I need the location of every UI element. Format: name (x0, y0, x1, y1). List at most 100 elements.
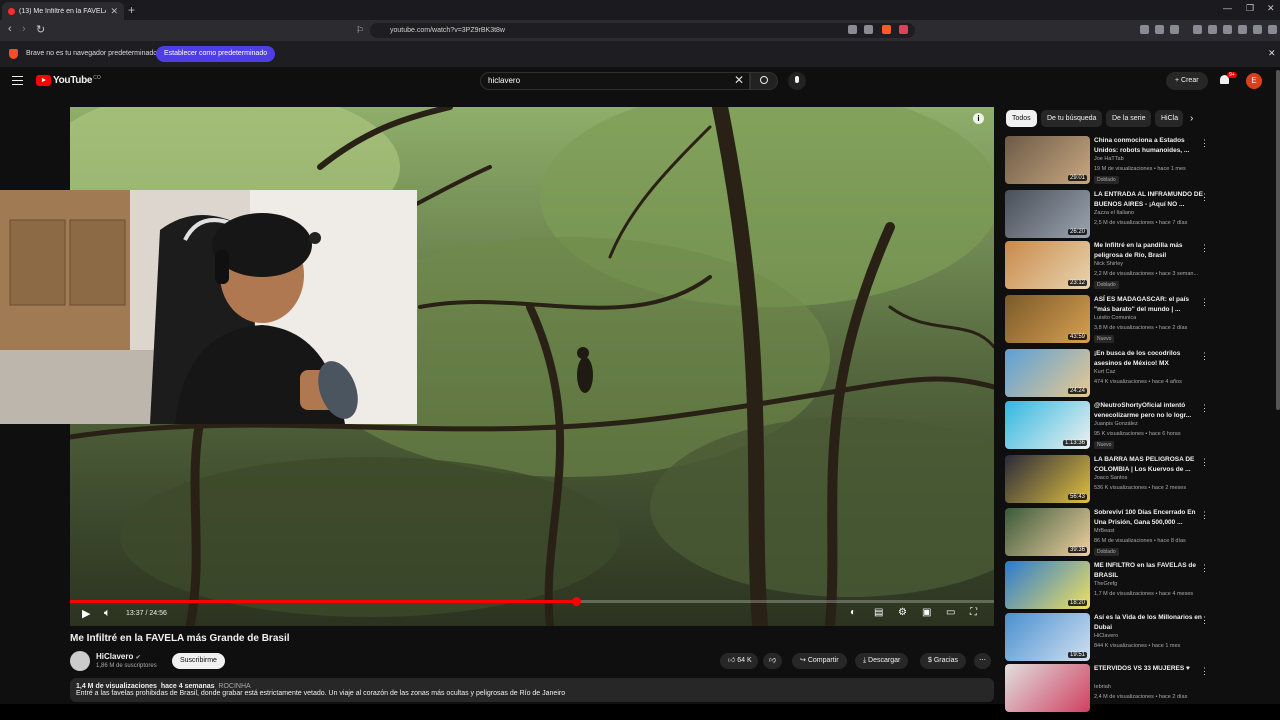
new-tab-icon[interactable]: + (128, 3, 135, 17)
recommendation-channel[interactable]: Joaco Santos (1094, 475, 1127, 481)
close-tab-icon[interactable]: ✕ (110, 6, 118, 17)
maximize-icon[interactable]: ❐ (1246, 3, 1254, 14)
menu-icon[interactable] (1268, 25, 1277, 34)
recommendation-title[interactable]: ¡En busca de los cocodrilos asesinos de … (1094, 349, 1206, 368)
leo-icon[interactable] (1238, 25, 1247, 34)
recommendation-channel[interactable]: Kurt Caz (1094, 369, 1115, 375)
miniplayer-icon[interactable]: ▣ (922, 607, 931, 618)
recommendation-channel[interactable]: Nick Shirley (1094, 261, 1123, 267)
chip-channel[interactable]: HiCla (1155, 110, 1183, 127)
close-window-icon[interactable]: ✕ (1267, 3, 1275, 14)
chip-from-series[interactable]: De la serie (1106, 110, 1152, 127)
minimize-icon[interactable]: — (1223, 3, 1232, 13)
set-default-button[interactable]: Establecer como predeterminado (156, 46, 276, 62)
more-vertical-icon[interactable]: ⋮ (1200, 666, 1209, 677)
voice-search-icon[interactable] (788, 72, 806, 90)
recommendation-card[interactable]: 56:43 LA BARRA MAS PELIGROSA DE COLOMBIA … (1005, 455, 1215, 507)
forward-icon[interactable]: › (22, 23, 26, 35)
share-button[interactable]: ↪ Compartir (792, 653, 847, 669)
reload-icon[interactable]: ↻ (36, 23, 45, 36)
hamburger-menu-icon[interactable] (12, 76, 23, 85)
recommendation-title[interactable]: LA BARRA MAS PELIGROSA DE COLOMBIA | Los… (1094, 455, 1206, 474)
recommendation-card[interactable]: 26:20 LA ENTRADA AL INFRAMUNDO DE BUENOS … (1005, 190, 1215, 242)
more-vertical-icon[interactable]: ⋮ (1200, 403, 1209, 414)
video-thumbnail[interactable]: 26:20 (1005, 190, 1090, 238)
video-thumbnail[interactable] (1005, 664, 1090, 712)
recommendation-channel[interactable]: HiClavero (1094, 633, 1118, 639)
more-actions-button[interactable]: ⋯ (974, 653, 991, 669)
youtube-logo[interactable]: YouTube CO (36, 75, 101, 86)
recommendation-title[interactable]: Sobreviví 100 Días Encerrado En Una Pris… (1094, 508, 1206, 527)
settings-gear-icon[interactable]: ⚙ (898, 607, 907, 618)
back-icon[interactable]: ‹ (8, 23, 12, 35)
autoplay-toggle-icon[interactable]: ◐ (850, 607, 856, 618)
more-vertical-icon[interactable]: ⋮ (1200, 457, 1209, 468)
create-button[interactable]: + Crear (1166, 72, 1208, 90)
thanks-button[interactable]: $ Gracias (920, 653, 966, 669)
chevron-right-icon[interactable]: › (1190, 113, 1193, 124)
brave-rewards-icon[interactable] (899, 25, 908, 34)
bookmark-icon[interactable]: ⚐ (356, 25, 364, 36)
extension-icon[interactable] (1155, 25, 1164, 34)
channel-avatar[interactable] (70, 651, 90, 671)
vpn-icon[interactable] (1253, 25, 1262, 34)
subtitles-icon[interactable]: ▤ (874, 607, 883, 618)
recommendation-channel[interactable]: TheGrefg (1094, 581, 1117, 587)
recommendation-title[interactable]: Así es la Vida de los Millonarios en Dub… (1094, 613, 1206, 632)
recommendation-card[interactable]: 39:36 Sobreviví 100 Días Encerrado En Una… (1005, 508, 1215, 560)
wallet-icon[interactable] (1223, 25, 1232, 34)
more-vertical-icon[interactable]: ⋮ (1200, 510, 1209, 521)
like-button[interactable]: 👍︎ 64 K (720, 653, 758, 669)
video-thumbnail[interactable]: 23:12 (1005, 241, 1090, 289)
more-vertical-icon[interactable]: ⋮ (1200, 563, 1209, 574)
recommendation-title[interactable]: LA ENTRADA AL INFRAMUNDO DE BUENOS AIRES… (1094, 190, 1206, 209)
brave-shields-icon[interactable] (882, 25, 891, 34)
video-thumbnail[interactable]: 56:43 (1005, 455, 1090, 503)
progress-bar[interactable] (70, 597, 994, 606)
browser-tab[interactable]: (13) Me Infiltré en la FAVELA más... ✕ (2, 2, 124, 20)
reader-mode-icon[interactable] (848, 25, 857, 34)
fullscreen-icon[interactable]: ⛶ (970, 607, 977, 618)
recommendation-card[interactable]: 18:20 ME INFILTRO en las FAVELAS de BRASI… (1005, 561, 1215, 613)
recommendation-title[interactable]: China conmociona a Estados Unidos: robot… (1094, 136, 1206, 155)
recommendation-card[interactable]: 43:59 ASÍ ES MADAGASCAR: el país "más bar… (1005, 295, 1215, 347)
search-input[interactable]: hiclavero (480, 72, 750, 90)
play-icon[interactable]: ▶ (82, 607, 90, 620)
recommendation-channel[interactable]: Zazza el Italiano (1094, 210, 1134, 216)
recommendation-card[interactable]: 19:51 Así es la Vida de los Millonarios e… (1005, 613, 1215, 665)
recommendation-card[interactable]: ETERVIDOS VS 33 MUJERES ♥ Iebriah 2,4 M de… (1005, 664, 1215, 716)
recommendation-title[interactable]: ME INFILTRO en las FAVELAS de BRASIL (1094, 561, 1206, 580)
recommendation-card[interactable]: 1:13:36 @NeutroShortyOficial intentó vene… (1005, 401, 1215, 453)
more-vertical-icon[interactable]: ⋮ (1200, 138, 1209, 149)
more-vertical-icon[interactable]: ⋮ (1200, 351, 1209, 362)
recommendation-title[interactable]: ASÍ ES MADAGASCAR: el país "más barato" … (1094, 295, 1206, 314)
search-button[interactable] (750, 72, 778, 90)
recommendation-channel[interactable]: Iebriah (1094, 684, 1111, 690)
account-avatar[interactable]: E (1246, 73, 1262, 89)
chip-from-search[interactable]: De tu búsqueda (1041, 110, 1103, 127)
recommendation-channel[interactable]: Luisito Comunica (1094, 315, 1136, 321)
subscribe-button[interactable]: Suscribirme (172, 653, 225, 669)
recommendation-channel[interactable]: Joe HaTTab (1094, 156, 1124, 162)
extension-icon[interactable] (1140, 25, 1149, 34)
close-infobar-icon[interactable]: ✕ (1268, 48, 1276, 59)
sidebar-icon[interactable] (1208, 25, 1217, 34)
more-vertical-icon[interactable]: ⋮ (1200, 243, 1209, 254)
channel-name[interactable]: HiClavero ✔ (96, 652, 141, 661)
video-thumbnail[interactable]: 1:13:36 (1005, 401, 1090, 449)
more-vertical-icon[interactable]: ⋮ (1200, 615, 1209, 626)
video-thumbnail[interactable]: 43:59 (1005, 295, 1090, 343)
video-thumbnail[interactable]: 24:24 (1005, 349, 1090, 397)
clear-search-icon[interactable]: ✕ (734, 73, 744, 87)
recommendation-title[interactable]: @NeutroShortyOficial intentó venecolizar… (1094, 401, 1206, 420)
volume-icon[interactable]: 🔈︎ (104, 607, 111, 620)
theater-mode-icon[interactable]: ▭ (946, 607, 955, 618)
info-icon[interactable]: i (973, 113, 984, 124)
extension-icon[interactable] (1170, 25, 1179, 34)
recommendation-channel[interactable]: MrBeast (1094, 528, 1114, 534)
video-thumbnail[interactable]: 39:36 (1005, 508, 1090, 556)
chip-all[interactable]: Todos (1006, 110, 1037, 127)
more-vertical-icon[interactable]: ⋮ (1200, 297, 1209, 308)
recommendation-card[interactable]: 24:24 ¡En busca de los cocodrilos asesino… (1005, 349, 1215, 401)
video-thumbnail[interactable]: 19:51 (1005, 613, 1090, 661)
